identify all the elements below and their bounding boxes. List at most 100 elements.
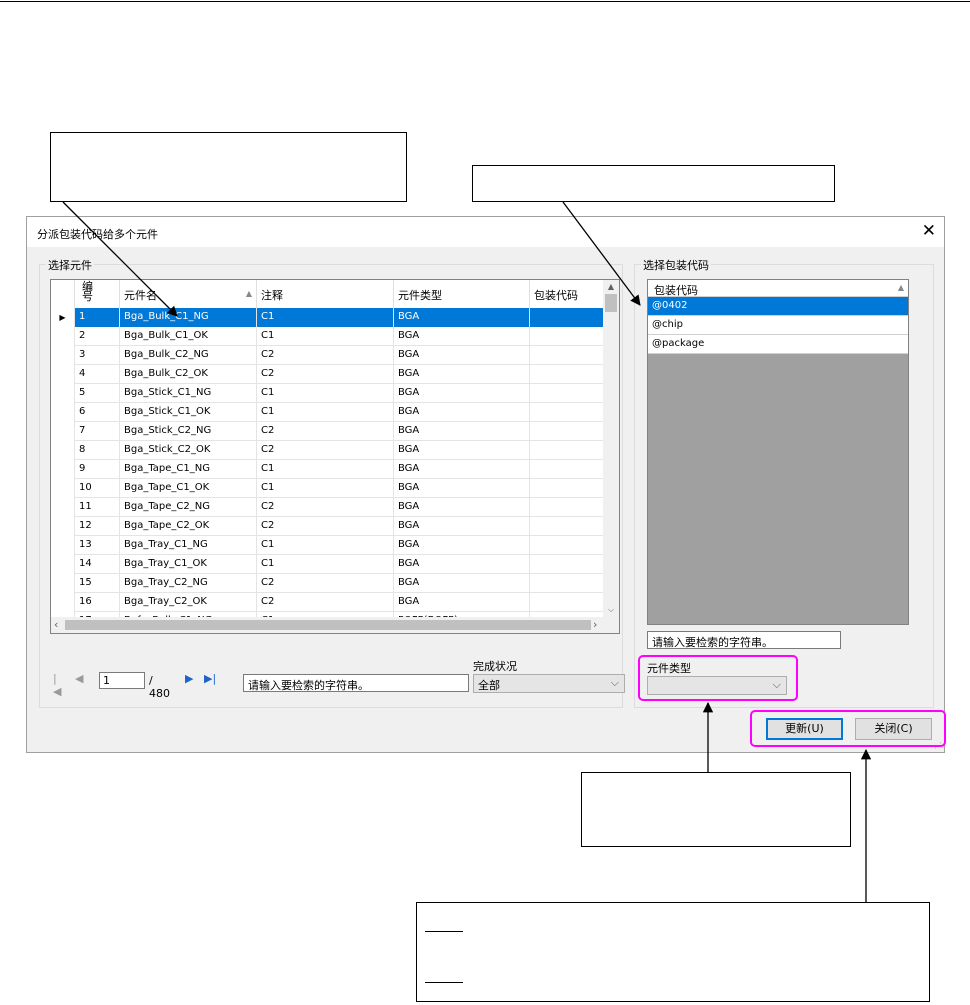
row-header[interactable] <box>51 422 75 441</box>
table-row[interactable]: 10 Bga_Tape_C1_OK C1 BGA <box>51 479 605 498</box>
first-page-icon[interactable]: |◀ <box>53 672 61 698</box>
scroll-up-icon[interactable]: ▲ <box>603 282 619 291</box>
close-icon[interactable]: ✕ <box>922 221 936 241</box>
row-header[interactable] <box>51 555 75 574</box>
cell-comment: C2 <box>257 441 394 460</box>
cell-comment: C1 <box>257 403 394 422</box>
scroll-left-icon[interactable]: ‹ <box>54 618 58 631</box>
col-header-comment[interactable]: 注释 <box>257 280 394 308</box>
package-search-input[interactable]: 请输入要检索的字符串。 <box>647 631 841 649</box>
package-list-item[interactable]: @package <box>648 335 908 354</box>
cell-code <box>530 555 605 574</box>
cell-comment: C2 <box>257 517 394 536</box>
row-header[interactable] <box>51 403 75 422</box>
last-page-icon[interactable]: ▶| <box>204 672 216 685</box>
cell-code <box>530 460 605 479</box>
callout-package-code <box>472 165 835 202</box>
table-row[interactable]: 9 Bga_Tape_C1_NG C1 BGA <box>51 460 605 479</box>
current-row-arrow-icon[interactable]: ▶ <box>51 308 75 327</box>
row-header[interactable] <box>51 593 75 612</box>
assign-package-dialog: 分派包装代码给多个元件 ✕ 选择元件 编号 元件名 ▲ 注释 元件类型 包装代码 … <box>26 216 945 753</box>
cell-code <box>530 536 605 555</box>
package-list-header[interactable]: 包装代码 ▲ <box>648 280 908 297</box>
col-header-number[interactable]: 编号 <box>75 280 120 308</box>
grid-horizontal-scrollbar[interactable]: ‹ › <box>51 617 619 633</box>
row-header[interactable] <box>51 346 75 365</box>
scroll-down-icon[interactable]: ⌵ <box>603 605 619 615</box>
callout-buttons <box>416 902 930 1002</box>
cell-number: 12 <box>75 517 120 536</box>
table-row[interactable]: 2 Bga_Bulk_C1_OK C1 BGA <box>51 327 605 346</box>
cell-code <box>530 574 605 593</box>
table-row[interactable]: 13 Bga_Tray_C1_NG C1 BGA <box>51 536 605 555</box>
col-header-number-label: 编号 <box>82 280 93 303</box>
col-header-name[interactable]: 元件名 ▲ <box>120 280 257 308</box>
cell-name: Bga_Stick_C1_OK <box>120 403 257 422</box>
cell-comment: C2 <box>257 498 394 517</box>
row-header[interactable] <box>51 498 75 517</box>
parts-grid[interactable]: 编号 元件名 ▲ 注释 元件类型 包装代码 ▶ 1 Bga_Bulk_C1_NG C1 B… <box>50 279 620 634</box>
table-row[interactable]: 14 Bga_Tray_C1_OK C1 BGA <box>51 555 605 574</box>
row-header[interactable] <box>51 536 75 555</box>
table-row[interactable]: 8 Bga_Stick_C2_OK C2 BGA <box>51 441 605 460</box>
cell-name: Bga_Stick_C2_NG <box>120 422 257 441</box>
prev-page-icon[interactable]: ◀ <box>75 672 83 685</box>
cell-type: BGA <box>394 422 530 441</box>
row-header[interactable] <box>51 327 75 346</box>
status-filter-label: 完成状况 <box>473 660 517 673</box>
cell-type: BGA <box>394 403 530 422</box>
table-row[interactable]: 4 Bga_Bulk_C2_OK C2 BGA <box>51 365 605 384</box>
parts-search-input[interactable]: 请输入要检索的字符串。 <box>243 674 469 692</box>
next-page-icon[interactable]: ▶ <box>185 672 193 685</box>
status-filter-select[interactable]: 全部 ⌵ <box>473 674 625 693</box>
cell-type: BGA <box>394 479 530 498</box>
table-row[interactable]: 11 Bga_Tape_C2_NG C2 BGA <box>51 498 605 517</box>
table-row[interactable]: 6 Bga_Stick_C1_OK C1 BGA <box>51 403 605 422</box>
top-rule <box>0 1 970 2</box>
scroll-right-icon[interactable]: › <box>593 618 597 631</box>
vertical-scroll-thumb[interactable] <box>605 294 617 312</box>
cell-name: Bga_Tape_C2_OK <box>120 517 257 536</box>
col-header-type[interactable]: 元件类型 <box>394 280 530 308</box>
col-header-name-label: 元件名 <box>124 289 157 302</box>
sort-ascending-icon: ▲ <box>245 289 252 298</box>
horizontal-scroll-thumb[interactable] <box>65 620 591 630</box>
title-bar: 分派包装代码给多个元件 ✕ <box>27 217 944 247</box>
package-list-item[interactable]: @chip <box>648 316 908 335</box>
dialog-title: 分派包装代码给多个元件 <box>37 228 158 241</box>
row-header[interactable] <box>51 574 75 593</box>
row-header[interactable] <box>51 365 75 384</box>
table-row[interactable]: 15 Bga_Tray_C2_NG C2 BGA <box>51 574 605 593</box>
row-header[interactable] <box>51 441 75 460</box>
table-row[interactable]: 3 Bga_Bulk_C2_NG C2 BGA <box>51 346 605 365</box>
cell-name: Bga_Tape_C1_NG <box>120 460 257 479</box>
table-row[interactable]: 16 Bga_Tray_C2_OK C2 BGA <box>51 593 605 612</box>
row-header[interactable] <box>51 517 75 536</box>
grid-header: 编号 元件名 ▲ 注释 元件类型 包装代码 <box>51 280 605 309</box>
cell-code <box>530 308 605 327</box>
grid-vertical-scrollbar[interactable]: ▲ ⌵ <box>603 280 619 617</box>
row-header[interactable] <box>51 460 75 479</box>
package-list-item[interactable]: @0402 <box>648 297 908 316</box>
col-header-code[interactable]: 包装代码 <box>530 280 605 308</box>
cell-name: Bga_Tray_C2_NG <box>120 574 257 593</box>
cell-comment: C1 <box>257 460 394 479</box>
cell-code <box>530 384 605 403</box>
table-row[interactable]: 5 Bga_Stick_C1_NG C1 BGA <box>51 384 605 403</box>
row-header[interactable] <box>51 384 75 403</box>
package-code-list[interactable]: 包装代码 ▲ @0402 @chip @package <box>647 279 909 625</box>
package-list-header-label: 包装代码 <box>654 284 698 297</box>
callout-part-name <box>50 132 407 202</box>
row-header[interactable] <box>51 479 75 498</box>
table-row[interactable]: 7 Bga_Stick_C2_NG C2 BGA <box>51 422 605 441</box>
cell-comment: C1 <box>257 384 394 403</box>
cell-number: 11 <box>75 498 120 517</box>
table-row[interactable]: ▶ 1 Bga_Bulk_C1_NG C1 BGA <box>51 308 605 327</box>
chevron-down-icon: ⌵ <box>610 676 619 689</box>
col-header-comment-label: 注释 <box>261 289 283 302</box>
cell-number: 16 <box>75 593 120 612</box>
table-row[interactable]: 12 Bga_Tape_C2_OK C2 BGA <box>51 517 605 536</box>
cell-comment: C1 <box>257 536 394 555</box>
underline-1 <box>425 931 463 932</box>
page-number-input[interactable]: 1 <box>99 672 145 689</box>
